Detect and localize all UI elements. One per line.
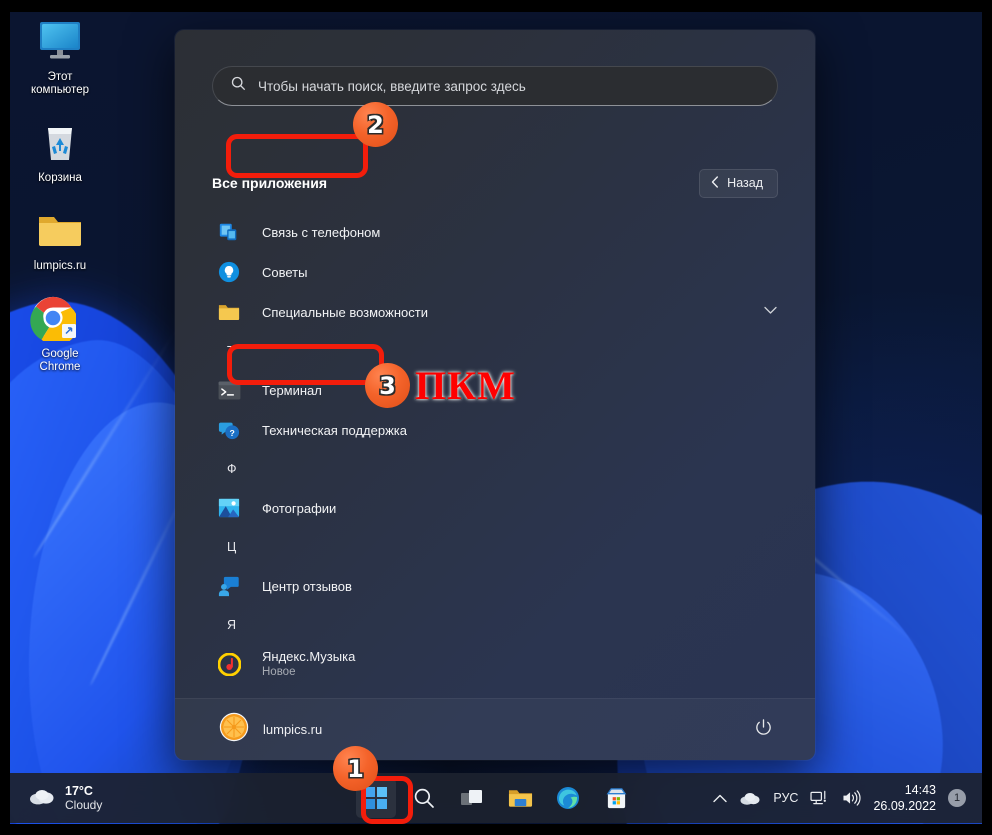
annotation-badge-1: 1: [333, 746, 378, 791]
desktop-icon-this-pc[interactable]: Этот компьютер: [12, 8, 108, 97]
chevron-down-icon[interactable]: [764, 306, 777, 318]
desktop-icon-label: Корзина: [38, 172, 82, 184]
app-item-label: Связь с телефоном: [262, 224, 381, 240]
annotation-callout-pkm: ПКМ: [414, 362, 516, 409]
search-icon: [231, 76, 246, 96]
folder-icon: [217, 300, 241, 324]
feedback-hub-icon: [217, 574, 241, 598]
notification-badge[interactable]: 1: [948, 789, 966, 807]
taskbar-center-group: [356, 778, 636, 818]
desktop-icon-folder-lumpics[interactable]: lumpics.ru: [12, 197, 108, 273]
app-item-tips[interactable]: Советы: [203, 252, 789, 292]
chevron-up-icon[interactable]: [713, 794, 728, 803]
app-item-label: Фотографии: [262, 500, 337, 516]
back-button-label: Назад: [727, 176, 763, 190]
microsoft-store-button[interactable]: [596, 778, 636, 818]
desktop-icon-label: Google Chrome: [39, 348, 81, 373]
weather-widget[interactable]: 17°C Cloudy: [28, 784, 102, 812]
folder-icon: [12, 205, 108, 255]
app-item-yandex-music[interactable]: Яндекс.Музыка Новое: [203, 644, 789, 684]
taskbar: 17°C Cloudy РУС 14:43 26.09.2022 1: [10, 773, 982, 823]
language-indicator[interactable]: РУС: [773, 791, 798, 805]
chevron-left-icon: [711, 175, 719, 191]
weather-temperature: 17°C: [65, 784, 93, 798]
letter-header-f: Ф: [227, 462, 237, 476]
cloud-icon: [28, 786, 56, 811]
clock[interactable]: 14:43 26.09.2022: [873, 782, 936, 814]
clock-date: 26.09.2022: [873, 799, 936, 813]
this-pc-icon: [12, 16, 108, 66]
letter-header-ts: Ц: [227, 540, 237, 554]
app-item-accessibility-folder[interactable]: Специальные возможности: [203, 292, 789, 332]
app-item-label: Яндекс.Музыка: [262, 649, 356, 664]
app-item-label: Специальные возможности: [262, 304, 428, 320]
start-search-placeholder: Чтобы начать поиск, введите запрос здесь: [258, 78, 526, 94]
app-item-label: Терминал: [262, 382, 322, 398]
start-menu-footer: lumpics.ru: [175, 698, 815, 760]
back-button[interactable]: Назад: [699, 168, 778, 198]
volume-icon[interactable]: [841, 790, 862, 806]
yandex-music-icon: [217, 652, 241, 676]
desktop-icon-recycle-bin[interactable]: Корзина: [12, 109, 108, 185]
chrome-icon: [12, 293, 108, 343]
annotation-badge-2: 2: [353, 102, 398, 147]
search-button[interactable]: [404, 778, 444, 818]
recycle-bin-icon: [12, 117, 108, 167]
power-button[interactable]: [754, 718, 773, 742]
clock-time: 14:43: [904, 783, 936, 797]
app-item-label: Советы: [262, 264, 308, 280]
weather-condition: Cloudy: [65, 798, 103, 812]
phone-link-icon: [217, 220, 241, 244]
tips-bulb-icon: [217, 260, 241, 284]
all-apps-title: Все приложения: [212, 175, 328, 191]
app-item-photos[interactable]: Фотографии: [203, 488, 789, 528]
terminal-icon: [217, 378, 241, 402]
all-apps-header: Все приложения Назад: [212, 166, 778, 200]
user-account-button[interactable]: lumpics.ru: [219, 712, 322, 747]
photos-icon: [217, 496, 241, 520]
app-item-label: Центр отзывов: [262, 578, 352, 594]
user-name-label: lumpics.ru: [263, 722, 323, 737]
desktop-icon-grid: Этот компьютер Корзина lumpics.ru Google…: [12, 8, 108, 386]
task-view-button[interactable]: [452, 778, 492, 818]
desktop-icon-google-chrome[interactable]: Google Chrome: [12, 285, 108, 374]
orange-avatar-icon: [219, 712, 249, 747]
svg-text:?: ?: [230, 428, 235, 438]
app-item-feedback-hub[interactable]: Центр отзывов: [203, 566, 789, 606]
desktop-icon-label: lumpics.ru: [33, 260, 87, 272]
onedrive-cloud-icon[interactable]: [739, 791, 761, 805]
network-icon[interactable]: [810, 790, 829, 806]
app-item-label: Техническая поддержка: [262, 422, 407, 438]
system-tray: РУС 14:43 26.09.2022 1: [713, 782, 966, 814]
app-item-sublabel: Новое: [262, 666, 296, 678]
edge-button[interactable]: [548, 778, 588, 818]
app-item-get-help[interactable]: ? Техническая поддержка: [203, 410, 789, 450]
get-help-icon: ?: [217, 418, 241, 442]
start-search-input[interactable]: Чтобы начать поиск, введите запрос здесь: [212, 66, 778, 106]
letter-header-ya: Я: [227, 618, 237, 632]
desktop-icon-label: Этот компьютер: [31, 71, 89, 96]
file-explorer-button[interactable]: [500, 778, 540, 818]
app-item-phone-link[interactable]: Связь с телефоном: [203, 212, 789, 252]
screen: Этот компьютер Корзина lumpics.ru Google…: [0, 0, 992, 835]
annotation-badge-3: 3: [365, 363, 410, 408]
all-apps-list[interactable]: Связь с телефоном Советы Специальные воз…: [203, 212, 789, 720]
